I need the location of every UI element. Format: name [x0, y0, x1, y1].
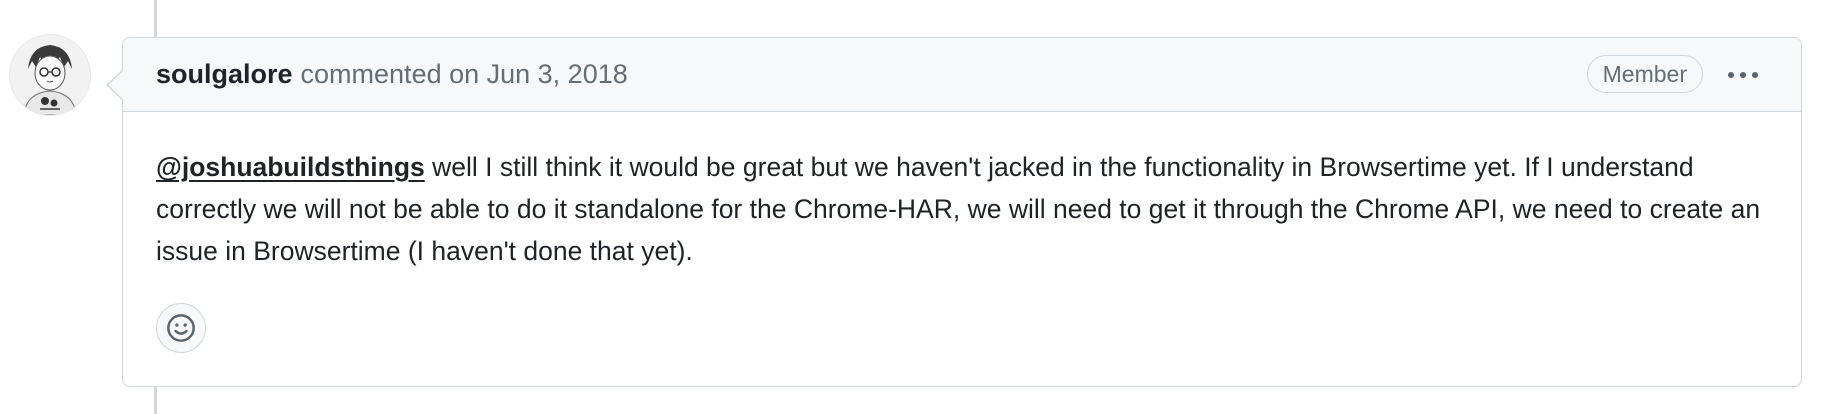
- comment-box: soulgalore commented on Jun 3, 2018 Memb…: [106, 37, 1802, 387]
- kebab-horizontal-icon: [1728, 72, 1758, 78]
- comment-caret-fill: [108, 70, 124, 100]
- author-link[interactable]: soulgalore: [156, 59, 293, 90]
- user-avatar-icon: [10, 35, 90, 115]
- comment-options-button[interactable]: [1723, 60, 1763, 90]
- smiley-icon: [167, 314, 195, 342]
- comment-header: soulgalore commented on Jun 3, 2018 Memb…: [123, 38, 1801, 112]
- add-reaction-button[interactable]: [156, 303, 206, 353]
- comment-body: @joshuabuildsthings well I still think i…: [123, 112, 1801, 272]
- comment-timestamp[interactable]: commented on Jun 3, 2018: [301, 59, 628, 90]
- avatar[interactable]: [9, 34, 91, 116]
- user-mention-link[interactable]: @joshuabuildsthings: [156, 152, 425, 182]
- member-badge: Member: [1586, 55, 1703, 93]
